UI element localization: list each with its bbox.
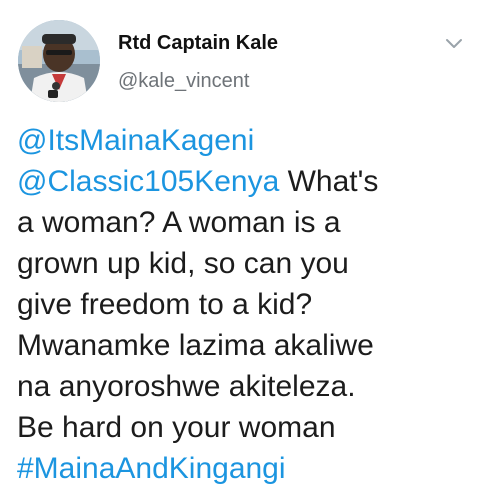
- tweet-card: Rtd Captain Kale @kale_vincent @ItsMaina…: [0, 0, 479, 502]
- tweet-line: na anyoroshwe akiteleza.: [17, 370, 356, 403]
- tweet-text: @ItsMainaKageni @Classic105Kenya What's …: [17, 120, 475, 489]
- tweet-line: @Classic105Kenya What's: [17, 161, 475, 202]
- hashtag-link[interactable]: #MainaAndKingangi: [17, 452, 286, 485]
- tweet-line: a woman? A woman is a: [17, 206, 341, 239]
- author-name[interactable]: Rtd Captain Kale: [118, 32, 278, 55]
- tweet-text-fragment: What's: [279, 165, 379, 198]
- tweet-line: Mwanamke lazima akaliwe: [17, 329, 374, 362]
- mention-link[interactable]: @ItsMainaKageni: [17, 124, 254, 157]
- tweet-line: @ItsMainaKageni: [17, 120, 475, 161]
- tweet-line: Be hard on your woman: [17, 411, 336, 444]
- profile-photo: [18, 20, 100, 102]
- chevron-down-icon[interactable]: [442, 36, 466, 52]
- tweet-line: #MainaAndKingangi: [17, 448, 475, 489]
- avatar[interactable]: [18, 20, 100, 102]
- mention-link[interactable]: @Classic105Kenya: [17, 165, 279, 198]
- tweet-line: grown up kid, so can you: [17, 247, 349, 280]
- tweet-line: give freedom to a kid?: [17, 288, 313, 321]
- author-handle[interactable]: @kale_vincent: [118, 70, 249, 93]
